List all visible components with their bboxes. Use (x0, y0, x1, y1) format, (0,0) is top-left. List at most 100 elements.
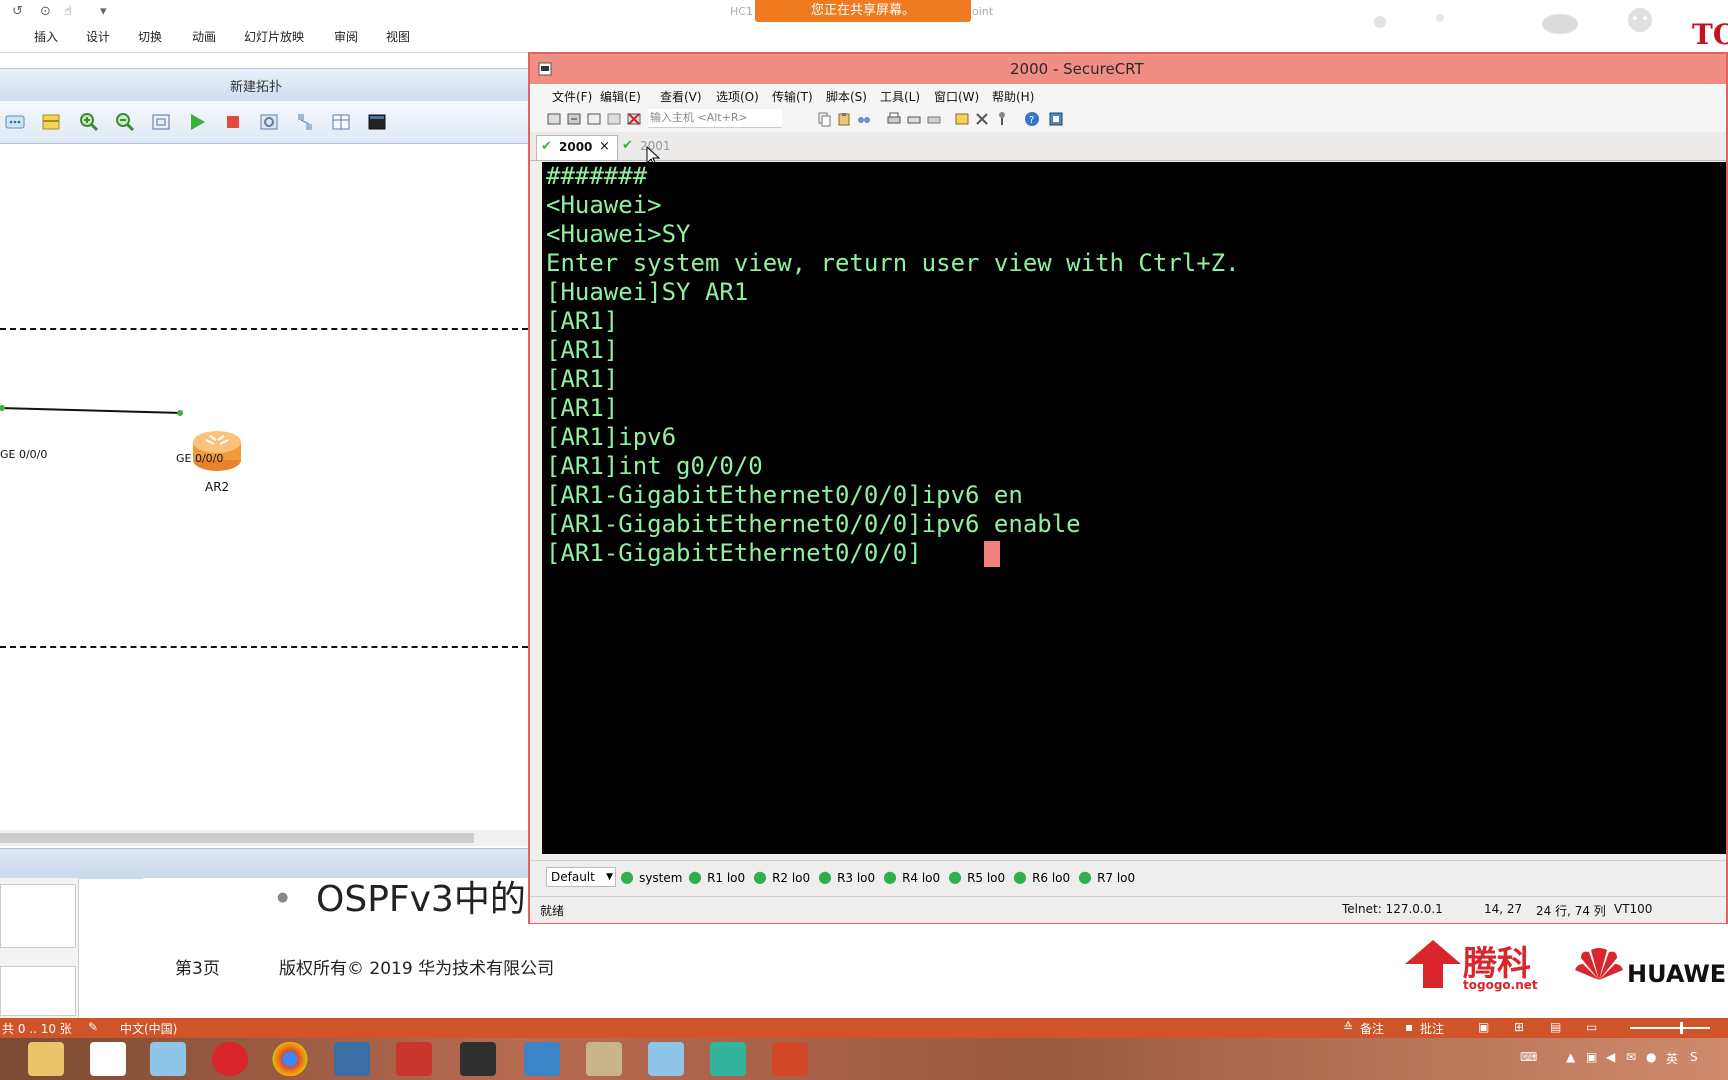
tray-expand-icon[interactable]: ▲ (1566, 1050, 1575, 1064)
status-language[interactable]: 中文(中国) (120, 1020, 177, 1037)
crt-menu-edit[interactable]: 编辑(E) (600, 88, 641, 105)
undo-icon[interactable]: ↺ (12, 4, 23, 19)
presenter-icon[interactable]: ⊙ (40, 4, 51, 19)
button-r5-lo0[interactable]: ● R5 lo0 (948, 867, 1005, 886)
button-r1-lo0[interactable]: ● R1 lo0 (688, 867, 745, 886)
sorter-view-icon[interactable]: ⊞ (1514, 1020, 1524, 1034)
disconnect-icon[interactable] (626, 111, 642, 127)
start-icon[interactable] (186, 111, 208, 133)
zoom-slider-thumb[interactable] (1680, 1022, 1683, 1034)
button-r4-lo0[interactable]: ● R4 lo0 (883, 867, 940, 886)
paste-icon[interactable] (836, 111, 852, 127)
sublime-icon[interactable] (460, 1042, 496, 1076)
crt-app-icon[interactable] (538, 62, 552, 76)
menu-insert[interactable]: 插入 (34, 28, 58, 45)
link-line[interactable] (0, 394, 220, 434)
close-icon[interactable]: × (599, 139, 610, 154)
powerpoint-icon[interactable] (772, 1042, 808, 1076)
session-select[interactable]: Default ▼ (546, 867, 616, 887)
netease-music-icon[interactable] (212, 1042, 248, 1076)
keyboard-icon[interactable]: ⌨ (1520, 1050, 1537, 1064)
notes-button[interactable]: 备注 (1360, 1020, 1384, 1037)
quick-connect-icon[interactable] (566, 111, 582, 127)
network-icon[interactable]: ▣ (1586, 1050, 1597, 1064)
host-input[interactable]: 输入主机 <Alt+R> (648, 109, 782, 128)
grid-icon[interactable] (330, 111, 352, 133)
capture-icon[interactable] (258, 111, 280, 133)
button-r3-lo0[interactable]: ● R3 lo0 (818, 867, 875, 886)
sogou-icon[interactable]: S (1690, 1050, 1698, 1064)
chat-icon[interactable]: ✉ (1626, 1050, 1636, 1064)
chrome-icon[interactable] (272, 1042, 308, 1076)
volume-icon[interactable]: ◀ (1606, 1050, 1615, 1064)
crt-menu-tools[interactable]: 工具(L) (880, 88, 920, 105)
menu-slideshow[interactable]: 幻灯片放映 (244, 28, 304, 45)
find-icon[interactable] (856, 111, 872, 127)
crt-menu-options[interactable]: 选项(O) (716, 88, 759, 105)
menu-design[interactable]: 设计 (86, 28, 110, 45)
crt-menu-transfer[interactable]: 传输(T) (772, 88, 813, 105)
connect-icon[interactable] (546, 111, 562, 127)
ensp-taskbar-icon[interactable] (150, 1042, 186, 1076)
file-explorer-icon[interactable] (28, 1042, 64, 1076)
print-setup-icon[interactable] (926, 111, 942, 127)
ensp-hscroll[interactable] (0, 830, 528, 846)
ensp-canvas[interactable]: GE 0/0/0 GE 0/0/0 AR2 (0, 144, 528, 830)
notes-app-icon[interactable] (710, 1042, 746, 1076)
app-icon[interactable] (334, 1042, 370, 1076)
screen-share-banner[interactable]: 您正在共享屏幕。 (755, 0, 971, 22)
session-options-icon[interactable] (954, 111, 970, 127)
connect-tab-icon[interactable] (586, 111, 602, 127)
touch-icon[interactable]: ☝ (64, 4, 72, 19)
ensp-hscroll-thumb[interactable] (0, 833, 474, 843)
spellcheck-icon[interactable]: ✎ (88, 1020, 98, 1034)
palette-icon[interactable] (40, 111, 62, 133)
button-r7-lo0[interactable]: ● R7 lo0 (1078, 867, 1135, 886)
slide-thumbnail[interactable] (0, 966, 76, 1016)
reconnect-icon[interactable] (606, 111, 622, 127)
button-r2-lo0[interactable]: ● R2 lo0 (753, 867, 810, 886)
terminal-screen[interactable]: ####### <Huawei> <Huawei>SY Enter system… (542, 162, 1726, 854)
menu-review[interactable]: 审阅 (334, 28, 358, 45)
menu-transitions[interactable]: 切换 (138, 28, 162, 45)
app-icon[interactable] (396, 1042, 432, 1076)
fit-icon[interactable] (150, 111, 172, 133)
help-icon[interactable]: ? (1024, 111, 1040, 127)
crt-menu-script[interactable]: 脚本(S) (826, 88, 867, 105)
crt-menu-view[interactable]: 查看(V) (660, 88, 702, 105)
normal-view-icon[interactable]: ▣ (1478, 1020, 1489, 1034)
ime-indicator[interactable]: 英 (1666, 1050, 1678, 1067)
baidu-netdisk-icon[interactable] (90, 1042, 126, 1076)
console-icon[interactable] (366, 111, 388, 133)
slide-thumbnail[interactable] (0, 884, 76, 948)
zoom-slider[interactable] (1630, 1027, 1710, 1029)
topology-icon[interactable] (294, 111, 316, 133)
sftp-icon[interactable] (1048, 111, 1064, 127)
button-r6-lo0[interactable]: ● R6 lo0 (1013, 867, 1070, 886)
qq-icon[interactable]: ● (1646, 1050, 1656, 1064)
button-system[interactable]: ● system (620, 867, 682, 886)
print-selection-icon[interactable] (906, 111, 922, 127)
crt-menu-file[interactable]: 文件(F) (552, 88, 592, 105)
global-options-icon[interactable] (974, 111, 990, 127)
securecrt-taskbar-icon[interactable] (586, 1042, 622, 1076)
keymap-icon[interactable] (994, 111, 1010, 127)
reading-view-icon[interactable]: ▤ (1550, 1020, 1561, 1034)
ensp-taskbar-icon[interactable] (648, 1042, 684, 1076)
zoom-in-icon[interactable] (78, 111, 100, 133)
crt-titlebar[interactable]: 2000 - SecureCRT (530, 54, 1726, 84)
print-icon[interactable] (886, 111, 902, 127)
text-icon[interactable] (4, 111, 26, 133)
menu-view[interactable]: 视图 (386, 28, 410, 45)
copy-icon[interactable] (816, 111, 832, 127)
crt-menu-help[interactable]: 帮助(H) (992, 88, 1034, 105)
menu-animations[interactable]: 动画 (192, 28, 216, 45)
slide-thumbnails[interactable] (0, 878, 79, 1018)
stop-icon[interactable] (222, 111, 244, 133)
tab-2000[interactable]: ✔ 2000 × (536, 135, 618, 160)
slideshow-icon[interactable]: ▭ (1586, 1020, 1597, 1034)
crt-menu-window[interactable]: 窗口(W) (934, 88, 979, 105)
router-ar2[interactable] (192, 428, 242, 472)
zoom-out-icon[interactable] (114, 111, 136, 133)
app-icon[interactable] (524, 1042, 560, 1076)
